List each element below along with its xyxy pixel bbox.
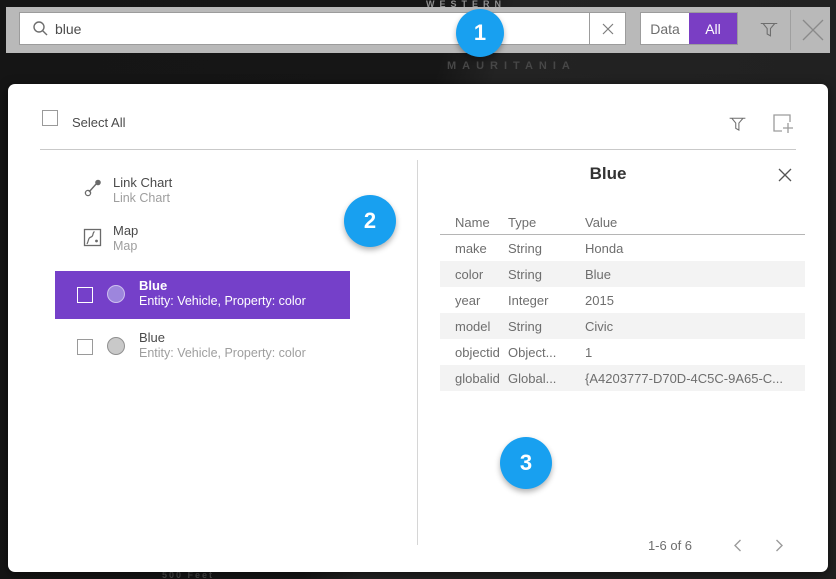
result-title: Blue — [139, 330, 165, 345]
search-box — [19, 12, 626, 45]
column-header: Type — [508, 215, 585, 230]
cell-name: objectid — [440, 345, 508, 360]
cell-type: String — [508, 241, 585, 256]
close-detail-button[interactable] — [774, 164, 796, 186]
link-chart-icon — [83, 178, 103, 198]
cell-value: Honda — [585, 241, 805, 256]
search-results-panel: Select All Link Chart Link Chart — [8, 84, 828, 572]
close-search-button[interactable] — [797, 14, 829, 46]
add-to-selection-button[interactable] — [768, 108, 800, 138]
filter-icon — [758, 18, 780, 40]
map-icon — [83, 228, 102, 247]
close-icon — [800, 17, 826, 43]
toolbar-divider — [790, 10, 791, 50]
previous-page-button[interactable] — [728, 536, 746, 554]
cell-type: Integer — [508, 293, 585, 308]
cell-value: Civic — [585, 319, 805, 334]
chevron-right-icon — [775, 539, 784, 552]
add-selection-icon — [771, 111, 797, 135]
close-icon — [602, 23, 614, 35]
cell-value: {A4203777-D70D-4C5C-9A65-C... — [585, 371, 805, 386]
column-header: Value — [585, 215, 805, 230]
detail-title: Blue — [438, 164, 778, 184]
search-icon — [20, 20, 49, 37]
result-checkbox[interactable] — [77, 339, 93, 355]
select-all-label: Select All — [72, 115, 125, 130]
callout-badge-3: 3 — [500, 437, 552, 489]
result-title: Blue — [139, 278, 167, 293]
pagination-label: 1-6 of 6 — [620, 538, 720, 553]
results-filter-button[interactable] — [722, 108, 752, 138]
callout-badge-2: 2 — [344, 195, 396, 247]
panel-vertical-divider — [417, 160, 418, 545]
result-title: Link Chart — [113, 175, 172, 190]
filter-icon — [727, 113, 748, 134]
next-page-button[interactable] — [770, 536, 788, 554]
column-header: Name — [440, 215, 508, 230]
result-title: Map — [113, 223, 138, 238]
result-row-link-chart[interactable]: Link Chart Link Chart — [55, 172, 350, 212]
filter-button[interactable] — [754, 14, 784, 44]
result-checkbox[interactable] — [77, 287, 93, 303]
panel-divider — [40, 149, 796, 150]
table-row: color String Blue — [440, 261, 805, 287]
select-all-checkbox[interactable] — [42, 110, 58, 126]
cell-value: 2015 — [585, 293, 805, 308]
search-input[interactable] — [49, 21, 589, 37]
cell-type: Object... — [508, 345, 585, 360]
chevron-left-icon — [733, 539, 742, 552]
cell-type: Global... — [508, 371, 585, 386]
entity-circle-icon — [107, 337, 125, 355]
result-subtitle: Link Chart — [113, 191, 170, 206]
search-scope-toggle: Data All — [640, 12, 738, 45]
entity-circle-icon — [107, 285, 125, 303]
cell-name: make — [440, 241, 508, 256]
table-row: year Integer 2015 — [440, 287, 805, 313]
scope-option-data[interactable]: Data — [641, 13, 689, 44]
search-toolbar: Data All — [6, 7, 830, 53]
table-header-row: Name Type Value — [440, 210, 805, 234]
cell-name: model — [440, 319, 508, 334]
callout-badge-1: 1 — [456, 9, 504, 57]
close-icon — [777, 167, 793, 183]
cell-value: Blue — [585, 267, 805, 282]
cell-name: globalid — [440, 371, 508, 386]
cell-name: year — [440, 293, 508, 308]
cell-type: String — [508, 319, 585, 334]
table-row: make String Honda — [440, 235, 805, 261]
attributes-table: Name Type Value make String Honda color … — [440, 210, 805, 391]
cell-type: String — [508, 267, 585, 282]
table-row: model String Civic — [440, 313, 805, 339]
cell-value: 1 — [585, 345, 805, 360]
app-window: WESTERN MAURITANIA 500 Feet Data All — [0, 0, 836, 579]
cell-name: color — [440, 267, 508, 282]
table-row: objectid Object... 1 — [440, 339, 805, 365]
table-row: globalid Global... {A4203777-D70D-4C5C-9… — [440, 365, 805, 391]
result-subtitle: Map — [113, 239, 137, 254]
map-label-mauritania: MAURITANIA — [447, 60, 576, 72]
result-row-map[interactable]: Map Map — [55, 220, 350, 260]
result-row-blue[interactable]: Blue Entity: Vehicle, Property: color — [55, 323, 350, 371]
result-row-blue-selected[interactable]: Blue Entity: Vehicle, Property: color — [55, 271, 350, 319]
scope-option-all[interactable]: All — [689, 13, 737, 44]
clear-search-button[interactable] — [589, 13, 625, 44]
result-subtitle: Entity: Vehicle, Property: color — [139, 294, 306, 309]
result-subtitle: Entity: Vehicle, Property: color — [139, 346, 306, 361]
